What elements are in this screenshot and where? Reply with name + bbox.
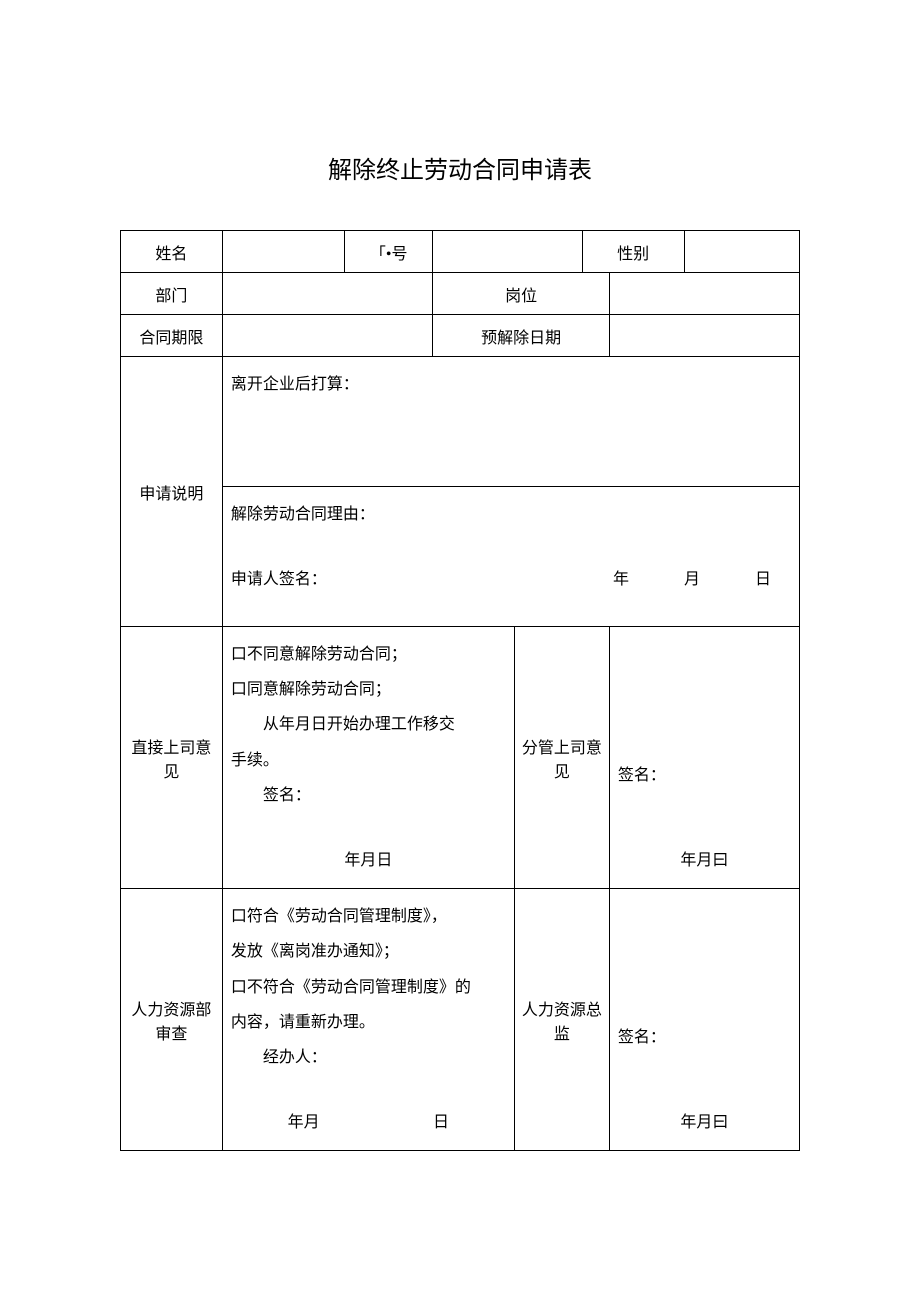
pre-date-label: 预解除日期 [433, 315, 610, 357]
applicant-sign-label: 申请人签名： [231, 562, 327, 597]
position-label: 岗位 [433, 273, 610, 315]
hr-date-ym: 年月 [288, 1105, 320, 1140]
table-row: 部门 岗位 [121, 273, 800, 315]
supervisor-sign: 签名： [618, 758, 791, 793]
hr-opt1a: 口符合《劳动合同管理制度》， [231, 899, 506, 934]
plan-label: 离开企业后打算： [231, 367, 791, 402]
table-row: 申请说明 离开企业后打算： [121, 357, 800, 487]
table-row: 合同期限 预解除日期 [121, 315, 800, 357]
name-label: 姓名 [121, 231, 223, 273]
id-value[interactable] [433, 231, 582, 273]
id-label: 「•号 [345, 231, 433, 273]
day-label: 日 [755, 562, 771, 597]
term-value[interactable] [222, 315, 432, 357]
table-row: 直接上司意见 口不同意解除劳动合同； 口同意解除劳动合同； 从年月日开始办理工作… [121, 627, 800, 889]
hr-opt2b: 内容，请重新办理。 [231, 1005, 506, 1040]
direct-opt1: 口不同意解除劳动合同； [231, 637, 506, 672]
position-value[interactable] [609, 273, 799, 315]
hr-director-sign: 签名： [618, 1020, 791, 1055]
direct-opinion-cell[interactable]: 口不同意解除劳动合同； 口同意解除劳动合同； 从年月日开始办理工作移交 手续。 … [222, 627, 514, 889]
direct-label: 直接上司意见 [121, 627, 223, 889]
hr-opt1b: 发放《离岗准办通知》； [231, 934, 506, 969]
hr-handler-label: 经办人： [231, 1040, 506, 1075]
dept-label: 部门 [121, 273, 223, 315]
pre-date-value[interactable] [609, 315, 799, 357]
supervisor-label: 分管上司意见 [514, 627, 609, 889]
direct-opt3a: 从年月日开始办理工作移交 [231, 707, 455, 742]
hr-opt2a: 口不符合《劳动合同管理制度》的 [231, 970, 506, 1005]
hr-review-cell[interactable]: 口符合《劳动合同管理制度》， 发放《离岗准办通知》； 口不符合《劳动合同管理制度… [222, 889, 514, 1151]
supervisor-date: 年月曰 [618, 843, 791, 878]
table-row: 姓名 「•号 性别 [121, 231, 800, 273]
supervisor-cell[interactable]: 签名： 年月曰 [609, 627, 799, 889]
app-label: 申请说明 [121, 357, 223, 627]
gender-label: 性别 [582, 231, 684, 273]
hr-label: 人力资源部审查 [121, 889, 223, 1151]
reason-cell[interactable]: 解除劳动合同理由： 申请人签名： 年 月 日 [222, 487, 799, 627]
year-label: 年 [613, 562, 629, 597]
reason-label: 解除劳动合同理由： [231, 497, 791, 532]
direct-date: 年月日 [231, 843, 506, 878]
hr-director-date: 年月曰 [618, 1105, 791, 1140]
gender-value[interactable] [684, 231, 799, 273]
table-row: 解除劳动合同理由： 申请人签名： 年 月 日 [121, 487, 800, 627]
dept-value[interactable] [222, 273, 432, 315]
name-value[interactable] [222, 231, 344, 273]
direct-sign-label: 签名： [231, 778, 506, 813]
hr-date-d: 日 [433, 1105, 449, 1140]
direct-opt3b: 手续。 [231, 743, 506, 778]
plan-cell[interactable]: 离开企业后打算： [222, 357, 799, 487]
page-title: 解除终止劳动合同申请表 [120, 150, 800, 185]
direct-opt2: 口同意解除劳动合同； [231, 672, 506, 707]
month-label: 月 [684, 562, 700, 597]
term-label: 合同期限 [121, 315, 223, 357]
form-table: 姓名 「•号 性别 部门 岗位 合同期限 预解除日期 申请说明 离开企业后打算：… [120, 230, 800, 1151]
hr-director-label: 人力资源总监 [514, 889, 609, 1151]
table-row: 人力资源部审查 口符合《劳动合同管理制度》， 发放《离岗准办通知》； 口不符合《… [121, 889, 800, 1151]
hr-director-cell[interactable]: 签名： 年月曰 [609, 889, 799, 1151]
